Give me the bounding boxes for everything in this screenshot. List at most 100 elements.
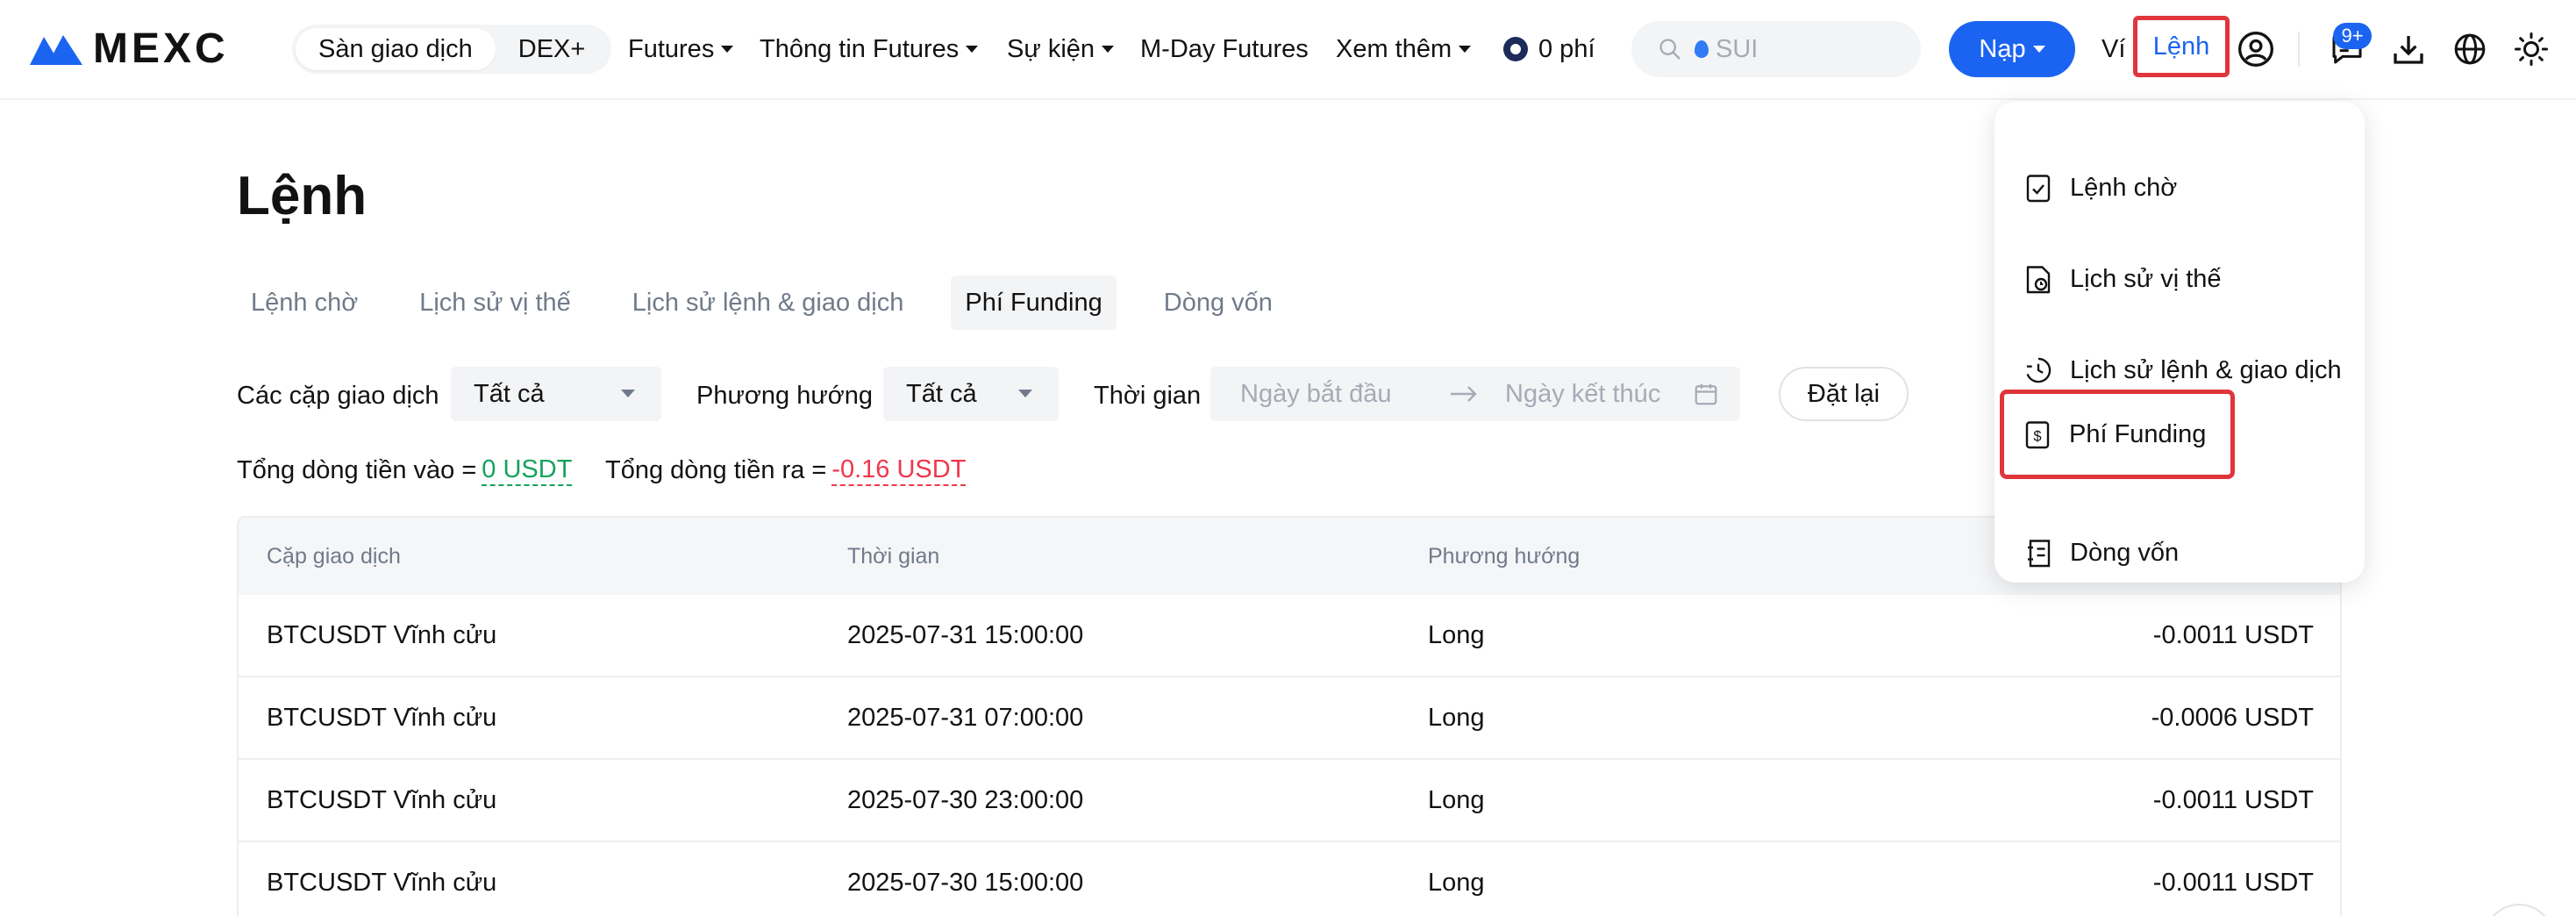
cell-time: 2025-07-30 23:00:00 (847, 785, 1084, 814)
page-title: Lệnh (237, 166, 367, 226)
outflow-value: -0.16 USDT (831, 454, 967, 486)
caret-down-icon (1018, 390, 1032, 397)
menu-item-label: Lệnh chờ (2070, 173, 2178, 202)
cell-pair: BTCUSDT Vĩnh cửu (267, 785, 497, 814)
deposit-button[interactable]: Nạp (1949, 21, 2075, 77)
pair-select[interactable]: Tất cả (451, 367, 661, 421)
cell-amount: -0.0006 USDT (2151, 703, 2314, 732)
cell-time: 2025-07-30 15:00:00 (847, 868, 1084, 897)
caret-down-icon (1102, 46, 1115, 53)
outflow-label: Tổng dòng tiền ra = (605, 455, 827, 484)
header-time: Thời gian (847, 543, 940, 569)
mexc-logo[interactable]: MEXC (28, 26, 229, 72)
tab-capital-flow[interactable]: Dòng vốn (1150, 276, 1287, 330)
menu-item-pending-orders[interactable]: Lệnh chờ (2024, 160, 2358, 216)
pair-select-value: Tất cả (474, 379, 545, 408)
language-button[interactable] (2449, 28, 2491, 70)
tab-funding-fee[interactable]: Phí Funding (951, 276, 1117, 330)
document-clock-icon (2026, 266, 2051, 294)
zero-fee-label: 0 phí (1538, 34, 1595, 63)
header-direction: Phương hướng (1428, 543, 1581, 569)
nav-events[interactable]: Sự kiện (1007, 30, 1115, 68)
hot-drop-icon (1695, 40, 1709, 58)
caret-down-icon (721, 46, 734, 53)
search-icon (1659, 39, 1680, 60)
notification-badge: 9+ (2333, 23, 2372, 49)
scroll-to-top-button[interactable] (2484, 904, 2554, 916)
menu-item-position-history[interactable]: Lịch sử vị thế (2024, 251, 2358, 307)
cell-pair: BTCUSDT Vĩnh cửu (267, 703, 497, 732)
menu-item-label: Dòng vốn (2070, 538, 2180, 567)
user-icon (2238, 32, 2273, 67)
tab-order-trade-history[interactable]: Lịch sử lệnh & giao dịch (618, 276, 918, 330)
cell-direction: Long (1428, 620, 1485, 649)
table-row: BTCUSDT Vĩnh cửu 2025-07-30 15:00:00 Lon… (239, 842, 2340, 916)
caret-down-icon (2032, 46, 2045, 53)
inflow-label: Tổng dòng tiền vào = (237, 455, 477, 484)
table-row: BTCUSDT Vĩnh cửu 2025-07-31 15:00:00 Lon… (239, 595, 2340, 677)
deposit-label: Nạp (1979, 34, 2026, 63)
coin-icon (1503, 37, 1528, 61)
menu-item-label: Phí Funding (2069, 419, 2207, 448)
end-date-input[interactable] (1505, 379, 1689, 409)
nav-more-label: Xem thêm (1336, 34, 1452, 63)
start-date-input[interactable] (1240, 379, 1442, 409)
cell-amount: -0.0011 USDT (2152, 785, 2314, 814)
reset-button[interactable]: Đặt lại (1779, 367, 1909, 421)
direction-select-value: Tất cả (906, 379, 977, 408)
search-input[interactable] (1716, 34, 1917, 64)
header-pair: Cặp giao dịch (267, 543, 401, 569)
globe-icon (2454, 33, 2486, 65)
wallet-link[interactable]: Ví (2101, 30, 2125, 68)
pair-filter-label: Các cặp giao dịch (237, 381, 439, 410)
ledger-icon (2028, 540, 2051, 568)
clipboard-check-icon (2026, 175, 2051, 203)
menu-item-capital-flow[interactable]: Dòng vốn (2024, 525, 2358, 581)
nav-futures-info-label: Thông tin Futures (760, 34, 960, 63)
cell-pair: BTCUSDT Vĩnh cửu (267, 620, 497, 649)
date-range-picker[interactable] (1210, 367, 1740, 421)
search-box[interactable] (1631, 21, 1921, 77)
orders-tabs: Lệnh chờ Lịch sử vị thế Lịch sử lệnh & g… (237, 276, 1320, 330)
nav-more[interactable]: Xem thêm (1336, 30, 1472, 68)
direction-select[interactable]: Tất cả (883, 367, 1059, 421)
segment-dex[interactable]: DEX+ (496, 28, 609, 70)
cell-amount: -0.0011 USDT (2152, 868, 2314, 897)
nav-futures-label: Futures (628, 34, 715, 63)
mexc-logo-icon (30, 35, 82, 65)
total-outflow: Tổng dòng tiền ra = -0.16 USDT (605, 451, 967, 490)
orders-dropdown-menu: Lệnh chờ Lịch sử vị thế Lịch sử lệnh & g… (1994, 102, 2365, 583)
segment-exchange[interactable]: Sàn giao dịch (296, 28, 496, 70)
cell-direction: Long (1428, 703, 1485, 732)
download-button[interactable] (2387, 28, 2430, 70)
caret-down-icon (1459, 46, 1472, 53)
sun-icon (2515, 32, 2548, 66)
nav-mday-futures[interactable]: M-Day Futures (1140, 30, 1309, 68)
brand-name: MEXC (93, 25, 229, 72)
menu-item-label: Lịch sử lệnh & giao dịch (2070, 355, 2342, 384)
cell-pair: BTCUSDT Vĩnh cửu (267, 868, 497, 897)
user-button[interactable] (2235, 28, 2277, 70)
tab-position-history[interactable]: Lịch sử vị thế (405, 276, 585, 330)
dollar-document-icon: $ (2025, 421, 2050, 449)
market-switcher: Sàn giao dịch DEX+ (292, 25, 612, 74)
cell-time: 2025-07-31 07:00:00 (847, 703, 1084, 732)
orders-link[interactable]: Lệnh (2133, 16, 2230, 77)
nav-futures[interactable]: Futures (628, 30, 734, 68)
nav-divider (2298, 32, 2300, 67)
total-inflow: Tổng dòng tiền vào = 0 USDT (237, 451, 573, 490)
nav-zero-fee[interactable]: 0 phí (1503, 30, 1595, 68)
top-navbar: MEXC Sàn giao dịch DEX+ Futures Thông ti… (0, 0, 2576, 100)
direction-filter-label: Phương hướng (696, 381, 874, 410)
menu-item-funding-fee[interactable]: $ Phí Funding (2000, 390, 2235, 479)
cell-amount: -0.0011 USDT (2152, 620, 2314, 649)
calendar-icon[interactable] (1693, 381, 1719, 407)
time-filter-label: Thời gian (1094, 381, 1202, 410)
cell-time: 2025-07-31 15:00:00 (847, 620, 1084, 649)
menu-item-label: Lịch sử vị thế (2070, 264, 2222, 293)
cell-direction: Long (1428, 785, 1485, 814)
nav-events-label: Sự kiện (1007, 34, 1095, 63)
tab-pending-orders[interactable]: Lệnh chờ (237, 276, 372, 330)
nav-futures-info[interactable]: Thông tin Futures (760, 30, 979, 68)
theme-toggle[interactable] (2510, 28, 2552, 70)
